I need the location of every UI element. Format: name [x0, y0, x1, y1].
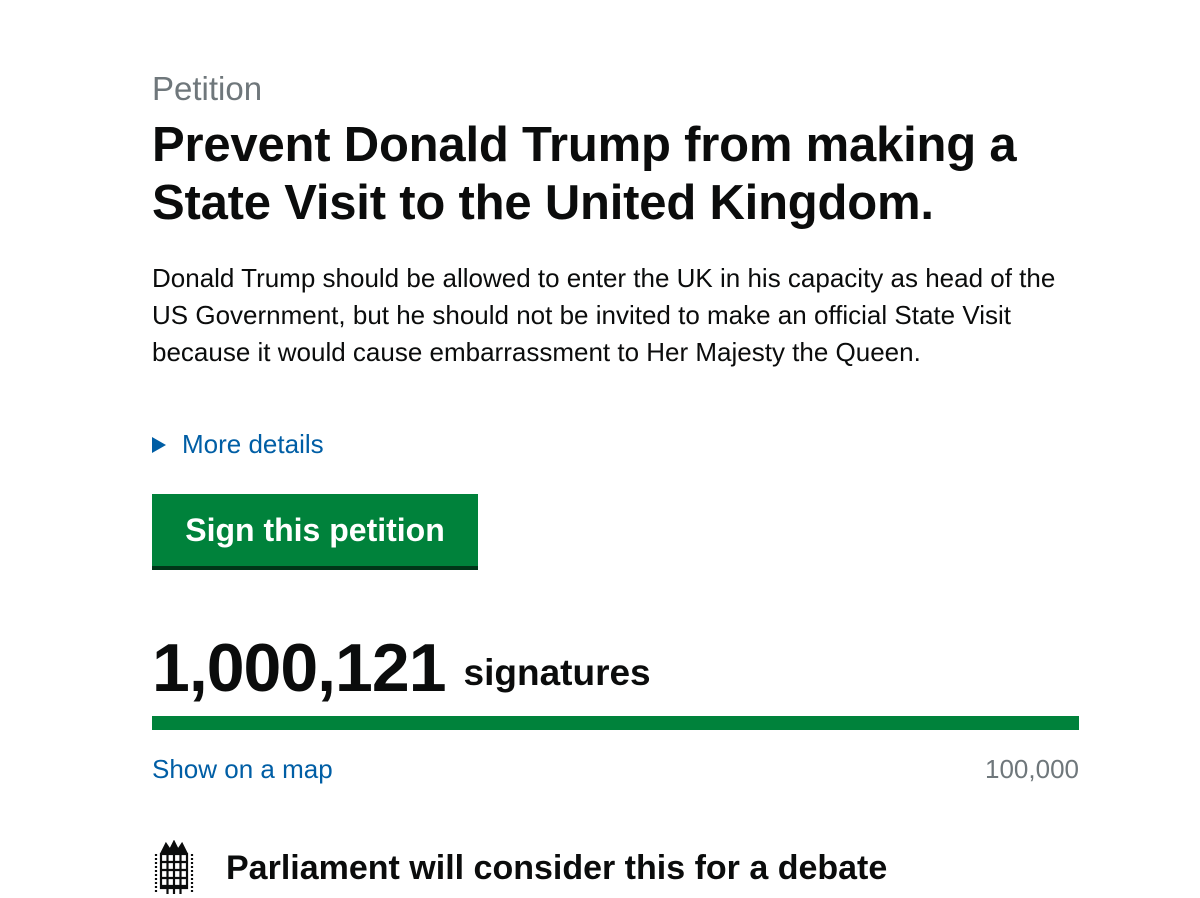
- signature-progress-bar: [152, 716, 1079, 730]
- more-details-label: More details: [182, 429, 324, 459]
- signature-count-label: signatures: [463, 652, 651, 693]
- petition-summary: Donald Trump should be allowed to enter …: [152, 263, 1056, 367]
- triangle-right-icon: [152, 436, 166, 453]
- show-on-map-link[interactable]: Show on a map: [152, 754, 333, 785]
- petition-kicker: Petition: [152, 70, 263, 107]
- signature-progress-fill: [152, 716, 1079, 730]
- signature-threshold: 100,000: [985, 754, 1079, 784]
- debate-notice-text: Parliament will consider this for a deba…: [226, 849, 888, 887]
- more-details-toggle[interactable]: More details: [152, 429, 324, 460]
- sign-petition-button[interactable]: Sign this petition: [152, 494, 478, 566]
- debate-notice: Parliament will consider this for a deba…: [152, 838, 887, 898]
- signature-count: 1,000,121 signatures: [152, 630, 651, 706]
- signature-count-number: 1,000,121: [152, 630, 447, 706]
- petition-title: Prevent Donald Trump from making a State…: [152, 118, 1017, 230]
